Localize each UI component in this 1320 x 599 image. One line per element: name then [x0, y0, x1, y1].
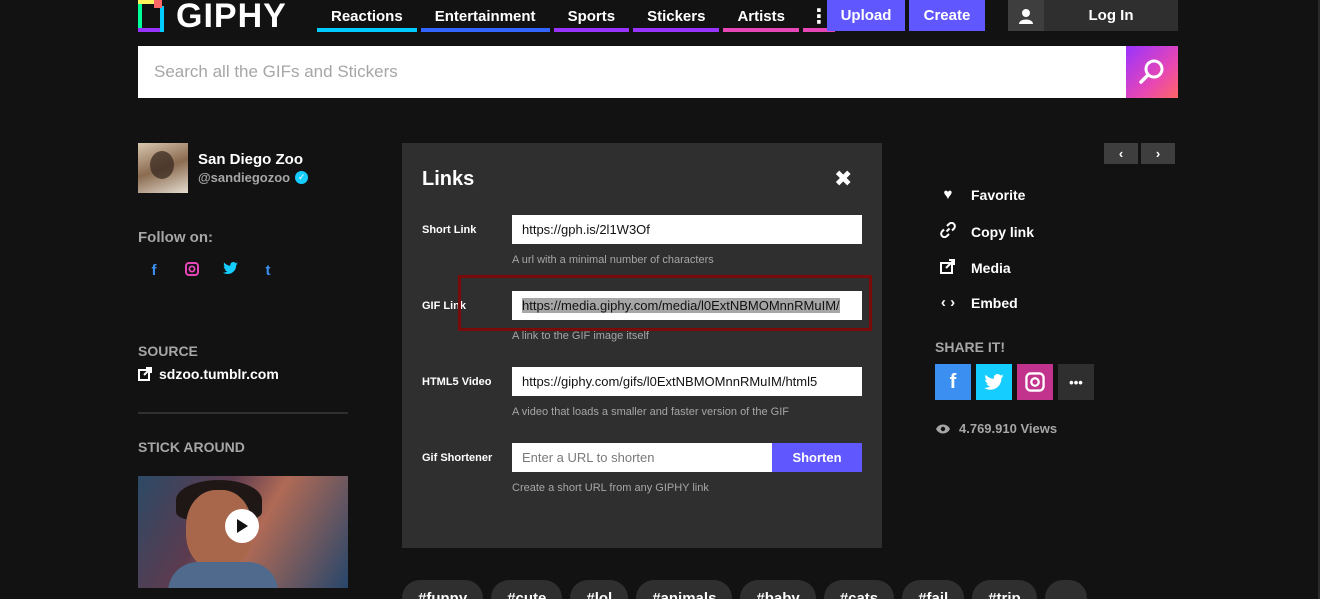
gif-link-field[interactable]: https://media.giphy.com/media/l0ExtNBMOM… — [512, 291, 862, 320]
tumblr-icon[interactable]: t — [260, 262, 276, 280]
html5-video-label: HTML5 Video — [422, 376, 492, 388]
upload-button[interactable]: Upload — [827, 0, 905, 31]
previous-icon[interactable]: ‹ — [1104, 143, 1138, 164]
channel-handle: @sandiegozoo — [198, 170, 291, 185]
embed-label: Embed — [971, 294, 1018, 311]
user-icon — [1008, 0, 1044, 31]
view-count: 4.769.910 Views — [935, 421, 1057, 436]
nav-sports[interactable]: Sports — [553, 0, 630, 32]
share-out-icon — [938, 258, 958, 278]
gif-shortener-label: Gif Shortener — [422, 452, 493, 464]
tag-pill[interactable]: #animals — [636, 580, 733, 599]
favorite-button[interactable]: ♥ Favorite — [938, 186, 1026, 203]
code-icon: ‹ › — [940, 294, 956, 311]
view-count-text: 4.769.910 Views — [959, 421, 1058, 436]
create-button[interactable]: Create — [909, 0, 985, 31]
copy-link-label: Copy link — [971, 224, 1035, 240]
share-facebook-icon[interactable]: f — [935, 364, 971, 400]
copy-link-button[interactable]: Copy link — [938, 221, 1035, 242]
follow-icons: f t — [146, 262, 276, 280]
share-twitter-icon[interactable] — [976, 364, 1012, 400]
search-bar — [138, 46, 1178, 98]
share-label: SHARE IT! — [935, 339, 1005, 355]
next-icon[interactable]: › — [1141, 143, 1175, 164]
close-icon[interactable]: ✖ — [834, 166, 852, 192]
tag-pill[interactable]: #baby — [740, 580, 816, 599]
main-nav: Reactions Entertainment Sports Stickers … — [317, 0, 839, 32]
play-icon[interactable] — [225, 509, 259, 543]
pager: ‹ › — [1104, 143, 1175, 164]
heart-icon: ♥ — [943, 186, 953, 203]
links-panel-title: Links — [422, 168, 475, 190]
gif-link-label: GIF Link — [422, 300, 466, 312]
divider — [138, 412, 348, 414]
logo-text: GIPHY — [176, 0, 287, 35]
tag-pill[interactable]: #funny — [402, 580, 484, 599]
login-label: Log In — [1088, 7, 1134, 24]
tag-pill[interactable]: #cats — [823, 580, 895, 599]
stick-around-video-thumbnail[interactable] — [138, 476, 348, 588]
tag-pill[interactable]: #fail — [902, 580, 965, 599]
avatar[interactable] — [138, 143, 188, 193]
share-instagram-icon[interactable] — [1017, 364, 1053, 400]
channel-user[interactable]: San Diego Zoo @sandiegozoo ✓ — [138, 143, 309, 193]
source-label: SOURCE — [138, 343, 198, 359]
instagram-icon[interactable] — [184, 262, 200, 280]
favorite-label: Favorite — [971, 186, 1026, 203]
stick-around-label: STICK AROUND — [138, 439, 245, 455]
html5-video-hint: A video that loads a smaller and faster … — [512, 406, 789, 418]
giphy-logo-icon — [138, 0, 166, 32]
login-button[interactable]: Log In — [1008, 0, 1178, 31]
shorten-url-input[interactable] — [512, 443, 772, 472]
short-link-label: Short Link — [422, 224, 477, 236]
search-icon[interactable] — [1126, 46, 1178, 98]
nav-stickers[interactable]: Stickers — [633, 0, 720, 32]
eye-icon — [936, 424, 950, 433]
html5-video-field[interactable] — [512, 367, 862, 396]
gif-shortener-hint: Create a short URL from any GIPHY link — [512, 482, 709, 494]
verified-icon: ✓ — [295, 171, 309, 184]
tag-pill[interactable]: #trip — [972, 580, 1037, 599]
tag-list: #funny #cute #lol #animals #baby #cats #… — [402, 580, 1087, 599]
twitter-icon[interactable] — [222, 262, 238, 280]
giphy-logo[interactable]: GIPHY — [138, 0, 287, 35]
shorten-button[interactable]: Shorten — [772, 443, 862, 472]
nav-entertainment[interactable]: Entertainment — [420, 0, 550, 32]
share-buttons: f ••• — [935, 364, 1094, 400]
links-panel: Links ✖ Short Link A url with a minimal … — [402, 143, 882, 548]
short-link-hint: A url with a minimal number of character… — [512, 254, 714, 266]
share-more-icon[interactable]: ••• — [1058, 364, 1094, 400]
facebook-icon[interactable]: f — [146, 262, 162, 280]
tag-pill[interactable]: #cute — [491, 580, 563, 599]
embed-button[interactable]: ‹ › Embed — [938, 294, 1018, 311]
channel-name[interactable]: San Diego Zoo — [198, 151, 308, 168]
tag-pill[interactable] — [1044, 580, 1087, 599]
nav-artists[interactable]: Artists — [723, 0, 799, 32]
media-button[interactable]: Media — [938, 258, 1011, 278]
gif-link-hint: A link to the GIF image itself — [512, 330, 649, 342]
source-link[interactable]: sdzoo.tumblr.com — [138, 366, 279, 382]
tag-pill[interactable]: #lol — [570, 580, 629, 599]
nav-reactions[interactable]: Reactions — [317, 0, 417, 32]
search-input[interactable] — [138, 46, 1126, 98]
follow-label: Follow on: — [138, 229, 213, 246]
external-link-icon — [138, 367, 152, 381]
gif-link-selected-text: https://media.giphy.com/media/l0ExtNBMOM… — [522, 298, 840, 313]
media-label: Media — [971, 260, 1011, 276]
link-icon — [938, 221, 958, 242]
page: GIPHY Reactions Entertainment Sports Sti… — [0, 0, 1320, 599]
source-link-text: sdzoo.tumblr.com — [159, 366, 279, 382]
short-link-field[interactable] — [512, 215, 862, 244]
